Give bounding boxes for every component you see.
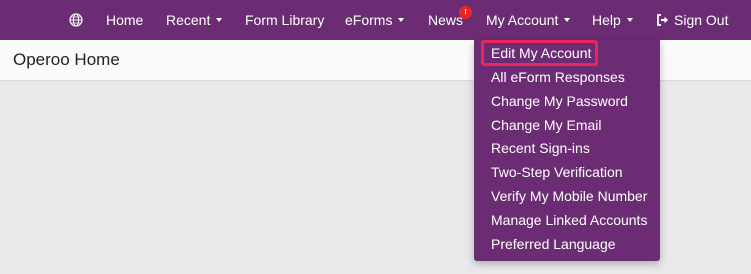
page-title: Operoo Home xyxy=(13,50,120,69)
highlight-box xyxy=(481,40,598,66)
top-navigation-bar: Home Recent Form Library eForms News ! M… xyxy=(0,0,751,40)
nav-recent-label: Recent xyxy=(166,12,211,28)
nav-help[interactable]: Help xyxy=(592,0,633,40)
chevron-down-icon xyxy=(626,18,633,23)
menu-item-preferred-language[interactable]: Preferred Language xyxy=(491,233,616,255)
menu-item-recent-sign-ins[interactable]: Recent Sign-ins xyxy=(491,137,590,159)
news-notification-badge: ! xyxy=(459,6,472,19)
nav-my-account-label: My Account xyxy=(486,12,559,28)
menu-item-verify-mobile-number[interactable]: Verify My Mobile Number xyxy=(491,185,647,207)
menu-item-all-eform-responses[interactable]: All eForm Responses xyxy=(491,66,625,88)
nav-eforms-label: eForms xyxy=(345,12,393,28)
nav-sign-out[interactable]: Sign Out xyxy=(674,0,728,40)
globe-icon[interactable] xyxy=(69,13,83,27)
nav-help-label: Help xyxy=(592,12,621,28)
nav-news[interactable]: News xyxy=(428,0,463,40)
my-account-dropdown-menu: Edit My Account All eForm Responses Chan… xyxy=(474,40,660,261)
chevron-down-icon xyxy=(564,18,571,23)
menu-item-two-step-verification[interactable]: Two-Step Verification xyxy=(491,161,623,183)
menu-item-change-email[interactable]: Change My Email xyxy=(491,114,602,136)
chevron-down-icon xyxy=(216,18,223,23)
nav-recent[interactable]: Recent xyxy=(166,0,223,40)
menu-item-manage-linked-accounts[interactable]: Manage Linked Accounts xyxy=(491,209,647,231)
sign-out-icon[interactable] xyxy=(656,13,670,27)
nav-home[interactable]: Home xyxy=(106,0,143,40)
nav-my-account[interactable]: My Account xyxy=(486,0,571,40)
chevron-down-icon xyxy=(398,18,405,23)
menu-item-change-password[interactable]: Change My Password xyxy=(491,90,628,112)
nav-eforms[interactable]: eForms xyxy=(345,0,405,40)
nav-form-library[interactable]: Form Library xyxy=(245,0,324,40)
